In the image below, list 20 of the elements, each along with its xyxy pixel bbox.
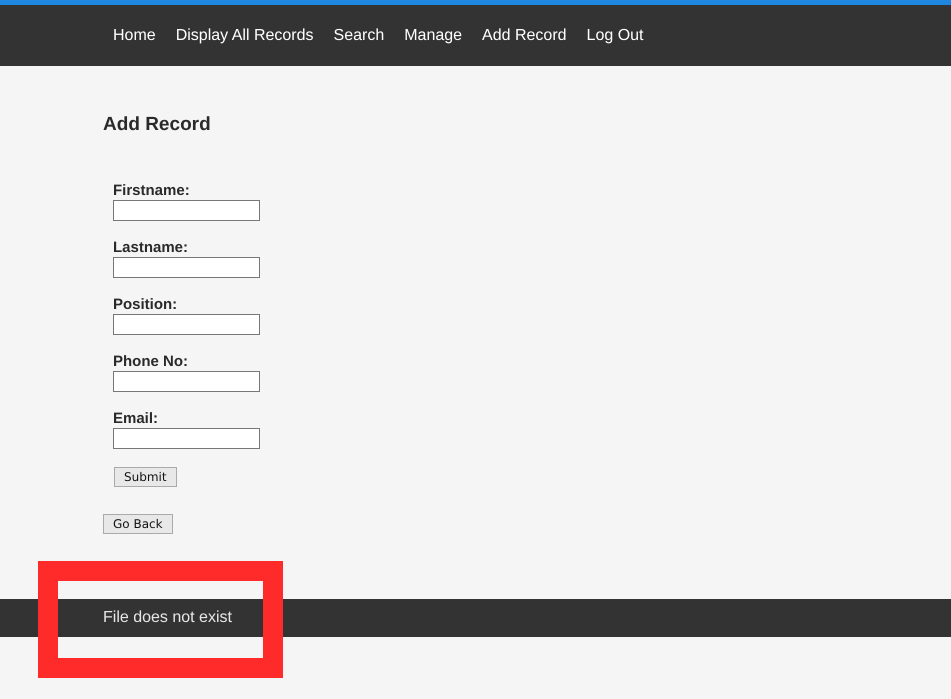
field-label: Firstname: bbox=[113, 182, 190, 199]
submit-button[interactable]: Submit bbox=[114, 467, 177, 487]
input-field[interactable] bbox=[113, 200, 260, 221]
nav-link[interactable]: Search bbox=[334, 26, 384, 44]
nav-link[interactable]: Add Record bbox=[482, 26, 567, 44]
input-field[interactable] bbox=[113, 428, 260, 449]
footer-message: File does not exist bbox=[103, 609, 232, 627]
field-label: Email: bbox=[113, 410, 158, 427]
input-field[interactable] bbox=[113, 257, 260, 278]
field-label: Phone No: bbox=[113, 353, 188, 370]
input-field[interactable] bbox=[113, 371, 260, 392]
field-label: Position: bbox=[113, 296, 178, 313]
input-field[interactable] bbox=[113, 314, 260, 335]
nav-link[interactable]: Home bbox=[113, 26, 156, 44]
nav-link[interactable]: Log Out bbox=[586, 26, 644, 44]
field-label: Lastname: bbox=[113, 239, 188, 256]
nav-link[interactable]: Display All Records bbox=[176, 26, 314, 44]
nav-link[interactable]: Manage bbox=[404, 26, 462, 44]
page-title: Add Record bbox=[103, 114, 212, 136]
back-button[interactable]: Go Back bbox=[103, 514, 173, 534]
